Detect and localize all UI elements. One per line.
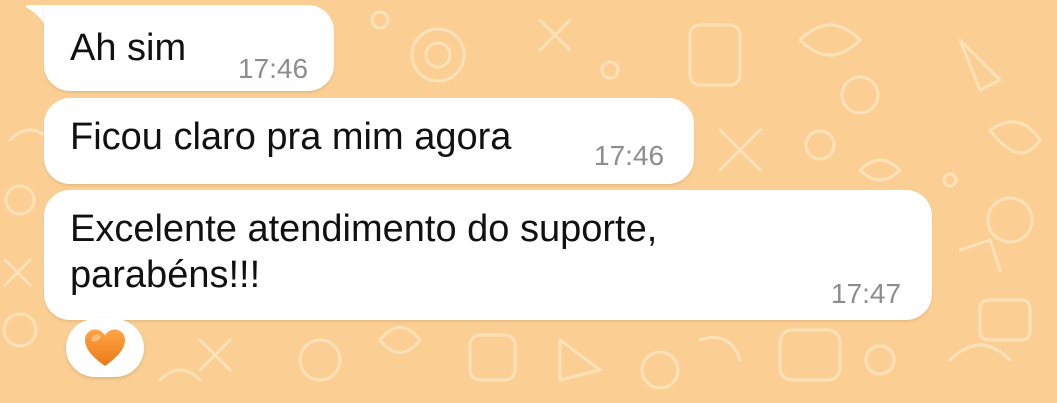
orange-heart-icon (85, 329, 125, 366)
reaction-badge[interactable] (66, 319, 144, 377)
message-text: Ah sim (70, 27, 187, 69)
message-text: Ficou claro pra mim agora (70, 116, 512, 158)
message-time: 17:47 (831, 278, 902, 309)
message-text: Excelente atendimento do suporte, parabé… (70, 208, 658, 296)
message-time: 17:46 (594, 140, 665, 171)
message-bubble[interactable]: Excelente atendimento do suporte, parabé… (44, 190, 932, 320)
chat-background: Ah sim 17:46 Ficou claro pra mim agora 1… (0, 0, 1057, 403)
message-time: 17:46 (238, 53, 309, 84)
bubble-tail (26, 5, 46, 27)
message-bubble[interactable]: Ficou claro pra mim agora 17:46 (44, 98, 694, 184)
message-bubble[interactable]: Ah sim 17:46 (44, 5, 334, 91)
